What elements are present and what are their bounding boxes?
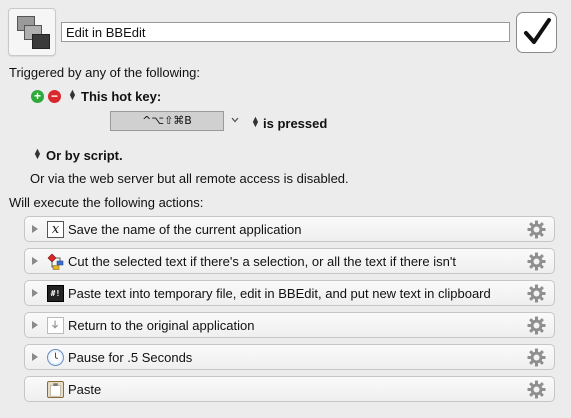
- macro-group-icon[interactable]: [8, 8, 56, 56]
- return-app-icon: [47, 317, 64, 334]
- hotkey-condition-popup[interactable]: ▲ ▼: [251, 115, 260, 129]
- remove-trigger-button[interactable]: −: [48, 90, 61, 103]
- chevron-down-icon[interactable]: [231, 116, 239, 124]
- triggers-heading: Triggered by any of the following:: [9, 65, 201, 80]
- action-label: Return to the original application: [68, 318, 255, 333]
- disclosure-triangle-icon[interactable]: [32, 289, 38, 297]
- chevron-down-icon: ▼: [251, 119, 260, 129]
- gear-icon[interactable]: [527, 316, 546, 335]
- action-row[interactable]: Paste: [24, 376, 555, 402]
- gear-icon[interactable]: [527, 380, 546, 399]
- action-row[interactable]: #! Paste text into temporary file, edit …: [24, 280, 555, 306]
- variable-x-icon: 𝑥: [47, 221, 64, 238]
- if-then-icon: [47, 253, 64, 270]
- hotkey-field[interactable]: ^⌥⇧⌘B: [110, 111, 224, 131]
- web-server-status: Or via the web server but all remote acc…: [30, 171, 349, 186]
- gear-icon[interactable]: [527, 284, 546, 303]
- script-trigger-popup[interactable]: ▲ ▼: [33, 147, 42, 161]
- trigger-type-popup[interactable]: ▲ ▼: [68, 88, 77, 102]
- action-row[interactable]: 𝑥 Save the name of the current applicati…: [24, 216, 555, 242]
- gear-icon[interactable]: [527, 348, 546, 367]
- clipboard-icon: [47, 381, 64, 398]
- disclosure-triangle-icon[interactable]: [32, 225, 38, 233]
- actions-heading: Will execute the following actions:: [9, 195, 204, 210]
- disclosure-triangle-icon[interactable]: [32, 321, 38, 329]
- action-label: Paste: [68, 382, 102, 397]
- hotkey-trigger-label: This hot key:: [81, 89, 162, 104]
- checkmark-icon: [524, 18, 551, 44]
- action-row[interactable]: Pause for .5 Seconds: [24, 344, 555, 370]
- window-stack-icon-front: [32, 34, 50, 49]
- chevron-down-icon: ▼: [33, 151, 42, 161]
- macro-name-field[interactable]: Edit in BBEdit: [61, 22, 510, 42]
- action-row[interactable]: Return to the original application: [24, 312, 555, 338]
- script-trigger-label: Or by script.: [46, 148, 123, 163]
- disclosure-triangle-icon[interactable]: [32, 353, 38, 361]
- action-row[interactable]: Cut the selected text if there's a selec…: [24, 248, 555, 274]
- action-label: Cut the selected text if there's a selec…: [68, 254, 456, 269]
- disclosure-triangle-icon[interactable]: [32, 257, 38, 265]
- add-trigger-button[interactable]: +: [31, 90, 44, 103]
- gear-icon[interactable]: [527, 220, 546, 239]
- shell-script-icon: #!: [47, 285, 64, 302]
- hotkey-condition-label: is pressed: [263, 116, 328, 131]
- clock-icon: [47, 349, 64, 366]
- action-label: Pause for .5 Seconds: [68, 350, 193, 365]
- action-label: Save the name of the current application: [68, 222, 302, 237]
- action-label: Paste text into temporary file, edit in …: [68, 286, 491, 301]
- gear-icon[interactable]: [527, 252, 546, 271]
- chevron-down-icon: ▼: [68, 92, 77, 102]
- macro-enabled-checkbox[interactable]: [516, 12, 557, 53]
